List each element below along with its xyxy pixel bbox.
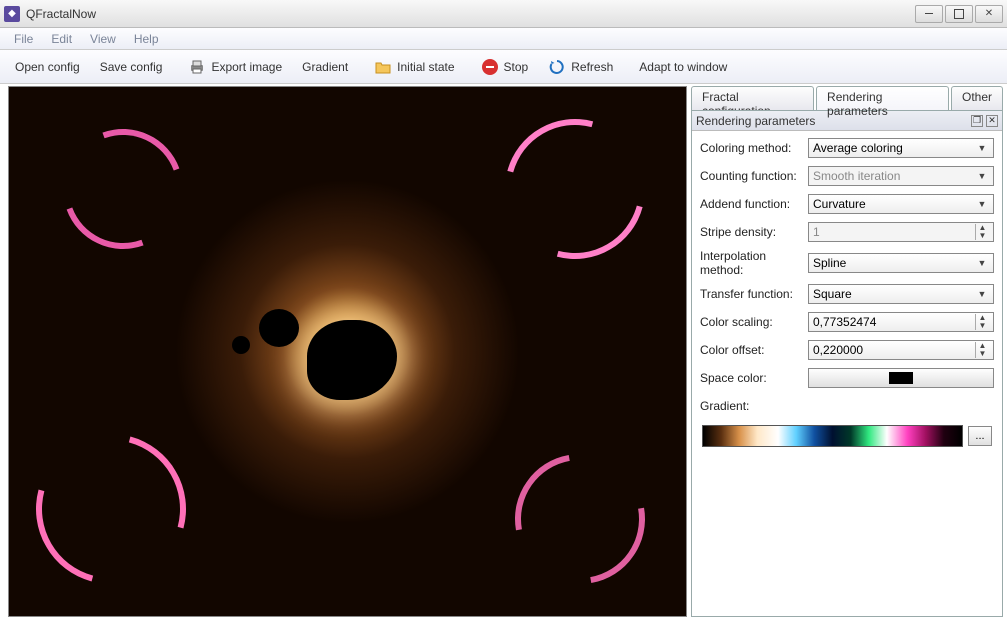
color-swatch <box>889 372 913 384</box>
stop-button[interactable]: Stop <box>472 53 538 81</box>
spinner-down-icon: ▼ <box>975 232 989 240</box>
label-gradient: Gradient: <box>700 399 808 413</box>
parameters-form: Coloring method: Average coloring▼ Count… <box>692 131 1002 453</box>
stripe-density-spinner: 1 ▲▼ <box>808 222 994 242</box>
panel-close-icon[interactable]: ✕ <box>986 115 998 127</box>
menu-view[interactable]: View <box>82 30 124 48</box>
adapt-to-window-button[interactable]: Adapt to window <box>630 55 736 79</box>
tab-other[interactable]: Other <box>951 86 1003 110</box>
export-image-button[interactable]: Export image <box>179 53 291 81</box>
tab-rendering-parameters[interactable]: Rendering parameters <box>816 86 949 110</box>
counting-function-combo: Smooth iteration▼ <box>808 166 994 186</box>
open-config-button[interactable]: Open config <box>6 55 89 79</box>
chevron-down-icon: ▼ <box>975 199 989 209</box>
color-scaling-spinner[interactable]: 0,77352474 ▲▼ <box>808 312 994 332</box>
tab-fractal-configuration[interactable]: Fractal configuration <box>691 86 814 110</box>
toolbar: Open config Save config Export image Gra… <box>0 50 1007 84</box>
label-counting-function: Counting function: <box>700 169 808 183</box>
spinner-down-icon[interactable]: ▼ <box>975 322 989 330</box>
menu-help[interactable]: Help <box>126 30 167 48</box>
coloring-method-combo[interactable]: Average coloring▼ <box>808 138 994 158</box>
color-offset-spinner[interactable]: 0,220000 ▲▼ <box>808 340 994 360</box>
menu-edit[interactable]: Edit <box>43 30 80 48</box>
close-button[interactable] <box>975 5 1003 23</box>
chevron-down-icon: ▼ <box>975 143 989 153</box>
maximize-button[interactable] <box>945 5 973 23</box>
label-interpolation-method: Interpolation method: <box>700 249 808 277</box>
panel-float-icon[interactable]: ❐ <box>971 115 983 127</box>
fractal-viewport-container <box>0 84 687 623</box>
titlebar: ◆ QFractalNow <box>0 0 1007 28</box>
chevron-down-icon: ▼ <box>975 289 989 299</box>
window-title: QFractalNow <box>26 7 913 21</box>
spinner-down-icon[interactable]: ▼ <box>975 350 989 358</box>
tab-bar: Fractal configuration Rendering paramete… <box>691 86 1003 110</box>
menu-file[interactable]: File <box>6 30 41 48</box>
initial-state-button[interactable]: Initial state <box>365 53 463 81</box>
label-color-offset: Color offset: <box>700 343 808 357</box>
addend-function-combo[interactable]: Curvature▼ <box>808 194 994 214</box>
refresh-icon <box>548 58 566 76</box>
label-coloring-method: Coloring method: <box>700 141 808 155</box>
app-icon: ◆ <box>4 6 20 22</box>
stop-icon <box>481 58 499 76</box>
label-space-color: Space color: <box>700 371 808 385</box>
minimize-button[interactable] <box>915 5 943 23</box>
interpolation-method-combo[interactable]: Spline▼ <box>808 253 994 273</box>
main-area: Fractal configuration Rendering paramete… <box>0 84 1007 623</box>
gradient-preview[interactable] <box>702 425 963 447</box>
gradient-edit-button[interactable]: ... <box>968 426 992 446</box>
menubar: File Edit View Help <box>0 28 1007 50</box>
fractal-mandelbrot-bulb <box>232 336 250 354</box>
gradient-button[interactable]: Gradient <box>293 55 357 79</box>
label-color-scaling: Color scaling: <box>700 315 808 329</box>
save-config-button[interactable]: Save config <box>91 55 172 79</box>
label-transfer-function: Transfer function: <box>700 287 808 301</box>
side-panel: Fractal configuration Rendering paramete… <box>687 84 1007 623</box>
printer-icon <box>188 58 206 76</box>
folder-icon <box>374 58 392 76</box>
chevron-down-icon: ▼ <box>975 258 989 268</box>
refresh-button[interactable]: Refresh <box>539 53 622 81</box>
label-addend-function: Addend function: <box>700 197 808 211</box>
transfer-function-combo[interactable]: Square▼ <box>808 284 994 304</box>
rendering-parameters-panel: Rendering parameters ❐ ✕ Coloring method… <box>691 110 1003 617</box>
space-color-button[interactable] <box>808 368 994 388</box>
chevron-down-icon: ▼ <box>975 171 989 181</box>
fractal-viewport[interactable] <box>8 86 687 617</box>
label-stripe-density: Stripe density: <box>700 225 808 239</box>
